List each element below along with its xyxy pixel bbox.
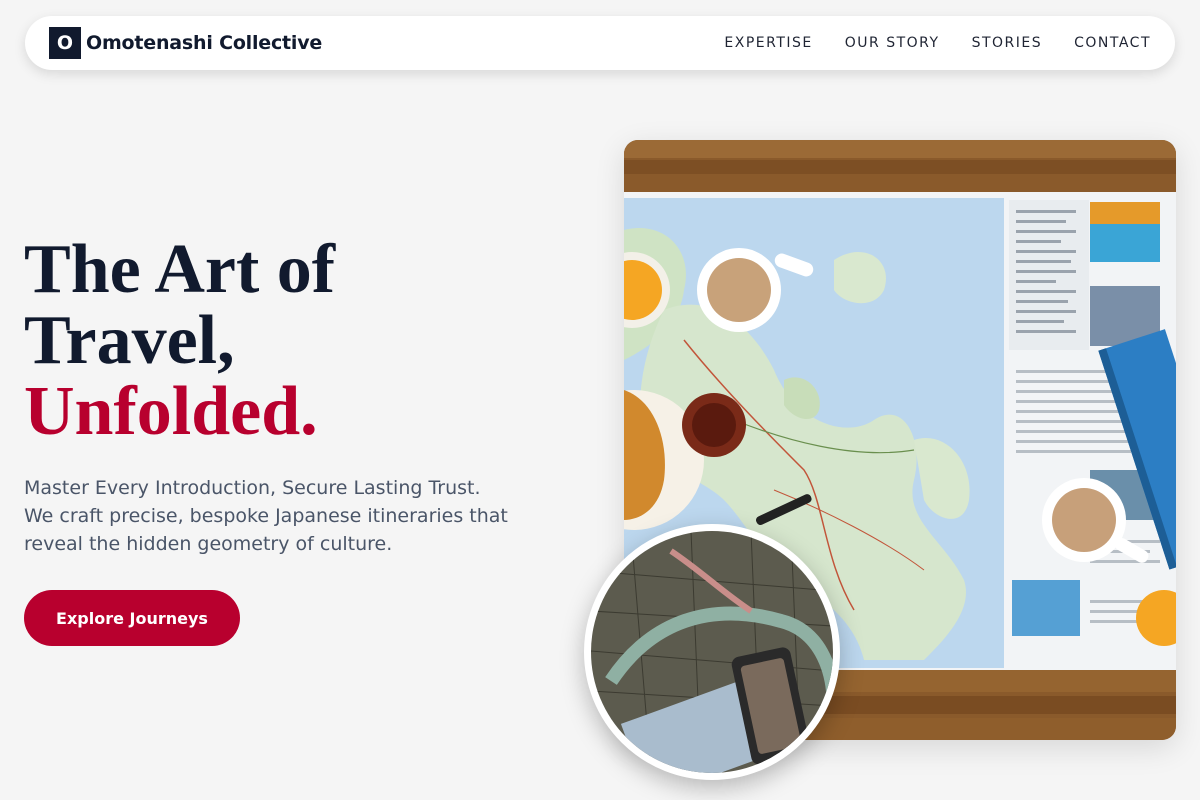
site-header: O Omotenashi Collective EXPERTISE OUR ST…: [25, 16, 1175, 70]
nav-link-expertise[interactable]: EXPERTISE: [724, 35, 812, 51]
headline-line-1: The Art of: [24, 231, 336, 308]
explore-journeys-button[interactable]: Explore Journeys: [24, 590, 240, 646]
city-map-inset-image: [584, 524, 840, 780]
hero-headline: The Art of Travel, Unfolded.: [24, 234, 544, 447]
brand[interactable]: O Omotenashi Collective: [49, 27, 322, 59]
nav-link-contact[interactable]: CONTACT: [1074, 35, 1151, 51]
subtext-line-1: Master Every Introduction, Secure Lastin…: [24, 477, 481, 499]
brand-name[interactable]: Omotenashi Collective: [86, 32, 322, 54]
subtext-line-2: We craft precise, bespoke Japanese itine…: [24, 505, 508, 527]
headline-accent: Unfolded.: [24, 373, 318, 450]
subtext-line-3: reveal the hidden geometry of culture.: [24, 533, 393, 555]
hero-subtext: Master Every Introduction, Secure Lastin…: [24, 474, 564, 558]
brand-logo[interactable]: O: [49, 27, 81, 59]
nav-link-our-story[interactable]: OUR STORY: [845, 35, 940, 51]
headline-line-2: Travel,: [24, 302, 235, 379]
nav-links: EXPERTISE OUR STORY STORIES CONTACT: [692, 35, 1151, 51]
nav-link-stories[interactable]: STORIES: [972, 35, 1043, 51]
